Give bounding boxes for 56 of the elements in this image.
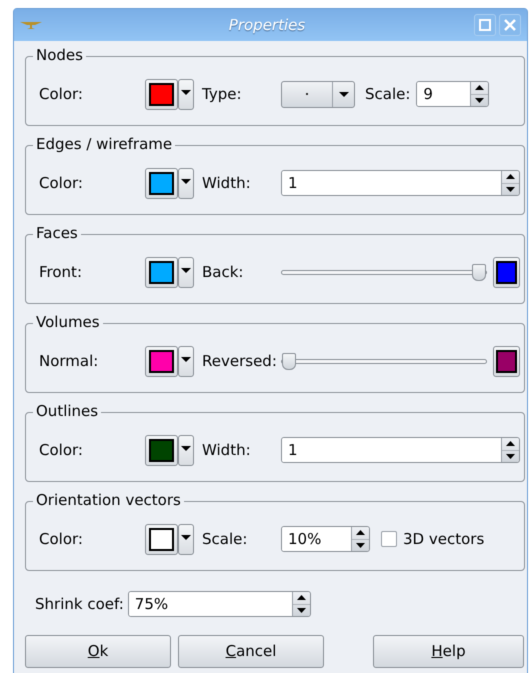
color-button[interactable] <box>493 256 520 288</box>
field-label: Back: <box>201 262 244 283</box>
dropdown-button[interactable] <box>178 434 194 466</box>
shrink-label: Shrink coef: <box>35 594 125 615</box>
caret-icon <box>181 178 191 184</box>
type-dropdown[interactable] <box>281 80 355 108</box>
up-arrow-icon <box>296 595 306 600</box>
spin-box[interactable]: 10% <box>281 526 370 552</box>
spin-box[interactable]: 9 <box>416 81 490 107</box>
checkbox[interactable] <box>381 531 397 547</box>
maximize-icon <box>479 19 491 31</box>
down-arrow-icon <box>296 608 306 613</box>
caret-icon <box>338 92 348 96</box>
checkbox-label: 3D vectors <box>403 528 484 550</box>
window-title: Properties <box>228 14 306 36</box>
spin-box[interactable]: 75% <box>128 591 311 617</box>
slider-handle[interactable] <box>282 352 296 370</box>
caret-icon <box>181 534 191 540</box>
field-label: Color: <box>39 528 84 550</box>
dropdown-button[interactable] <box>178 256 194 288</box>
down-arrow-icon <box>475 98 484 103</box>
field-label: Normal: <box>39 350 100 372</box>
down-arrow-icon <box>506 186 515 192</box>
lamp-icon <box>20 20 42 30</box>
caret-icon <box>181 268 191 272</box>
dropdown-button[interactable] <box>178 346 194 376</box>
field-label: Width: <box>201 172 252 194</box>
up-arrow-icon <box>356 530 365 536</box>
color-button[interactable] <box>493 346 520 376</box>
dropdown-button[interactable] <box>178 524 194 554</box>
caret-icon <box>181 446 191 450</box>
up-arrow-icon <box>475 85 484 90</box>
field-label: Color: <box>39 84 84 105</box>
field-label: Color: <box>39 440 84 461</box>
caret-icon <box>181 356 191 362</box>
up-arrow-icon <box>506 441 515 446</box>
field-label: Scale: <box>201 528 248 550</box>
field-label: Type: <box>201 84 243 105</box>
close-icon <box>504 19 516 31</box>
field-label: Front: <box>39 262 83 283</box>
field-label: Scale: <box>364 84 412 105</box>
field-label: Reversed: <box>201 350 278 372</box>
slider-handle[interactable] <box>472 264 486 280</box>
field-label: Color: <box>39 172 84 194</box>
dialog-button[interactable]: Ok <box>25 635 171 668</box>
dialog-button[interactable]: Cancel <box>178 635 324 668</box>
spin-box[interactable]: 1 <box>281 170 520 196</box>
field-label: Width: <box>201 440 252 461</box>
spin-box[interactable]: 1 <box>281 437 520 463</box>
dialog-button[interactable]: Help <box>373 635 524 668</box>
dropdown-button[interactable] <box>178 168 194 198</box>
dropdown-button[interactable] <box>178 78 194 110</box>
down-arrow-icon <box>506 454 515 459</box>
down-arrow-icon <box>356 542 365 548</box>
up-arrow-icon <box>506 174 515 180</box>
caret-icon <box>181 90 191 94</box>
